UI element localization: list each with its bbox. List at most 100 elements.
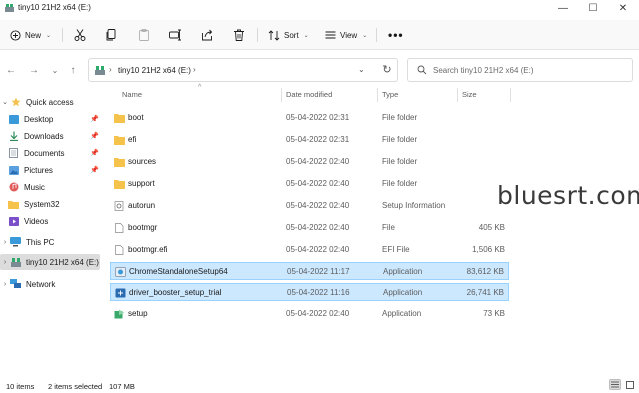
details-view-button[interactable] — [609, 379, 621, 390]
chevron-down-icon[interactable]: ⌄ — [358, 65, 365, 74]
chevron-down-icon: ⌄ — [303, 32, 309, 39]
minimize-button[interactable]: — — [548, 0, 578, 16]
sidebar-item-this-pc[interactable]: › This PC — [0, 234, 100, 250]
documents-icon — [8, 148, 19, 158]
watermark-text: bluesrt.com — [497, 181, 639, 210]
plus-circle-icon — [10, 29, 21, 41]
sidebar-item-label: Network — [26, 279, 56, 289]
copy-icon[interactable] — [104, 28, 118, 42]
sidebar-item-quick-access[interactable]: ⌄ Quick access — [0, 94, 100, 110]
folder-icon — [114, 114, 125, 123]
chevron-down-icon[interactable]: ⌄ — [0, 98, 10, 106]
column-divider[interactable] — [510, 88, 511, 102]
chevron-right-icon[interactable]: › — [0, 259, 10, 266]
search-icon — [417, 65, 427, 75]
column-divider[interactable] — [457, 88, 458, 102]
file-row[interactable]: efi 05-04-2022 02:31 File folder — [110, 131, 509, 149]
sidebar-item-desktop[interactable]: Desktop 📌 — [0, 111, 100, 127]
delete-icon[interactable] — [232, 28, 246, 42]
sidebar-item-downloads[interactable]: Downloads 📌 — [0, 128, 100, 144]
file-name: bootmgr.efi — [128, 245, 168, 254]
toolbar-divider — [62, 28, 63, 42]
file-date: 05-04-2022 02:40 — [286, 245, 350, 254]
sort-icon — [268, 29, 280, 41]
maximize-button[interactable]: ☐ — [578, 0, 608, 16]
cut-icon[interactable] — [73, 28, 87, 42]
file-icon — [115, 245, 124, 255]
pin-icon[interactable]: 📌 — [90, 115, 99, 123]
file-type: File folder — [382, 113, 418, 122]
sidebar-item-documents[interactable]: Documents 📌 — [0, 145, 100, 161]
column-header-type[interactable]: Type — [382, 90, 398, 99]
tiles-view-button[interactable] — [624, 379, 636, 390]
file-row[interactable]: setup 05-04-2022 02:40 Application 73 KB — [110, 305, 509, 323]
file-date: 05-04-2022 02:31 — [286, 113, 350, 122]
close-button[interactable]: ✕ — [608, 0, 638, 16]
column-divider[interactable] — [281, 88, 282, 102]
sidebar-item-system32[interactable]: System32 — [0, 196, 100, 212]
selection-count: 2 items selected — [48, 382, 103, 391]
file-name: setup — [128, 309, 148, 318]
column-divider[interactable] — [377, 88, 378, 102]
sidebar-item-pictures[interactable]: Pictures 📌 — [0, 162, 100, 178]
pin-icon[interactable]: 📌 — [90, 166, 99, 174]
new-button[interactable]: New ⌄ — [10, 26, 51, 44]
file-row[interactable]: sources 05-04-2022 02:40 File folder — [110, 153, 509, 171]
forward-button[interactable]: → — [27, 63, 41, 77]
breadcrumb[interactable]: tiny10 21H2 x64 (E:) — [118, 66, 191, 75]
paste-icon[interactable] — [137, 28, 151, 42]
column-header-date[interactable]: Date modified — [286, 90, 332, 99]
status-bar: 10 items 2 items selected 107 MB — [0, 378, 639, 393]
pictures-icon — [8, 165, 19, 175]
details-view-icon — [611, 381, 619, 388]
folder-icon — [114, 158, 125, 167]
file-size: 1,506 KB — [472, 245, 505, 254]
drive-icon — [95, 66, 105, 75]
file-type: File folder — [382, 179, 418, 188]
refresh-button[interactable]: ↻ — [380, 62, 394, 76]
view-button[interactable]: View ⌄ — [325, 26, 367, 44]
back-button[interactable]: ← — [4, 63, 18, 77]
share-icon[interactable] — [200, 28, 214, 42]
address-bar[interactable]: › tiny10 21H2 x64 (E:) › ⌄ — [88, 58, 398, 82]
file-row[interactable]: ChromeStandaloneSetup64 05-04-2022 11:17… — [110, 262, 509, 280]
sidebar-item-videos[interactable]: Videos — [0, 213, 100, 229]
file-row[interactable]: bootmgr.efi 05-04-2022 02:40 EFI File 1,… — [110, 241, 509, 259]
chevron-right-icon[interactable]: › — [193, 65, 196, 74]
sidebar-item-network[interactable]: › Network — [0, 276, 100, 292]
more-options-button[interactable]: ••• — [388, 26, 404, 44]
chevron-down-icon: ⌄ — [46, 32, 52, 39]
file-date: 05-04-2022 02:40 — [286, 157, 350, 166]
file-row[interactable]: bootmgr 05-04-2022 02:40 File 405 KB — [110, 219, 509, 237]
column-header-size[interactable]: Size — [462, 90, 477, 99]
toolbar-divider — [257, 28, 258, 42]
sidebar-item-drive-e[interactable]: › tiny10 21H2 x64 (E:) — [0, 254, 100, 270]
file-row[interactable]: autorun 05-04-2022 02:40 Setup Informati… — [110, 197, 509, 215]
folder-icon — [114, 136, 125, 145]
pin-icon[interactable]: 📌 — [90, 149, 99, 157]
file-row[interactable]: boot 05-04-2022 02:31 File folder — [110, 109, 509, 127]
setup-icon — [114, 309, 125, 319]
sidebar-item-label: System32 — [24, 199, 60, 209]
up-button[interactable]: ↑ — [66, 63, 80, 77]
column-header-name[interactable]: Name — [122, 90, 142, 99]
chevron-right-icon[interactable]: › — [0, 281, 10, 288]
sort-button[interactable]: Sort ⌄ — [268, 26, 309, 44]
chevron-right-icon[interactable]: › — [0, 239, 10, 246]
sidebar-item-label: Downloads — [24, 131, 64, 141]
sidebar-item-label: tiny10 21H2 x64 (E:) — [26, 257, 99, 267]
recent-locations-button[interactable]: ⌄ — [48, 63, 62, 77]
file-name: sources — [128, 157, 157, 166]
file-icon — [115, 223, 124, 233]
file-date: 05-04-2022 02:40 — [286, 223, 350, 232]
file-row[interactable]: support 05-04-2022 02:40 File folder — [110, 175, 509, 193]
rename-icon[interactable] — [168, 28, 182, 42]
pin-icon[interactable]: 📌 — [90, 132, 99, 140]
videos-icon — [8, 216, 19, 226]
command-bar: New ⌄ Sort ⌄ View ⌄ ••• — [0, 20, 639, 50]
chevron-right-icon[interactable]: › — [109, 65, 112, 74]
file-row[interactable]: driver_booster_setup_trial 05-04-2022 11… — [110, 283, 509, 301]
sidebar-item-music[interactable]: Music — [0, 179, 100, 195]
sort-indicator-icon: ^ — [198, 84, 202, 91]
search-input[interactable]: Search tiny10 21H2 x64 (E:) — [407, 58, 633, 82]
